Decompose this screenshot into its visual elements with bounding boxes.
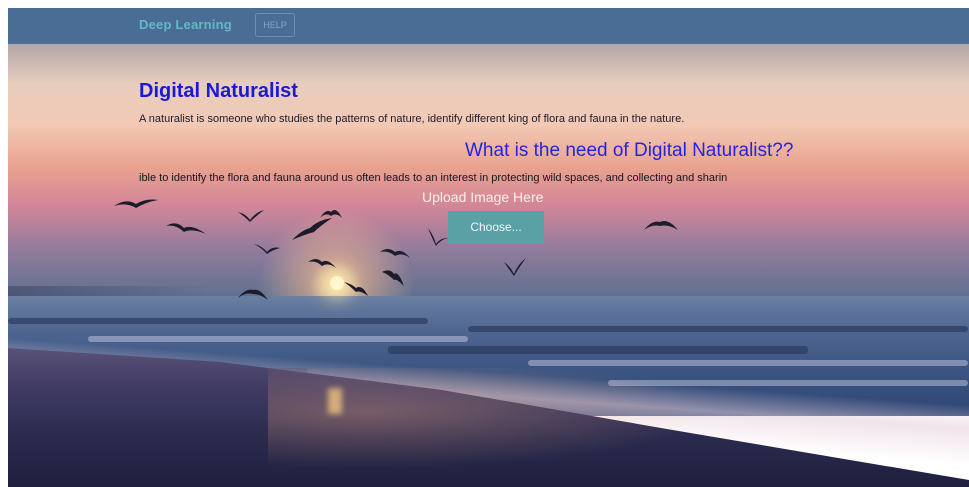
bird-icon (644, 221, 678, 230)
wave (88, 336, 468, 342)
bird-icon (382, 270, 404, 286)
bird-icon (166, 223, 206, 234)
sun (330, 276, 344, 290)
bird-icon (114, 199, 158, 208)
need-description: ible to identify the flora and fauna aro… (139, 172, 728, 184)
top-navbar: Deep Learning HELP (8, 8, 969, 44)
bird-icon (320, 210, 342, 218)
wave (468, 326, 968, 332)
bird-icon (504, 258, 526, 276)
sun-reflection (328, 388, 342, 414)
wave (8, 318, 428, 324)
brand-link[interactable]: Deep Learning (139, 17, 232, 32)
need-heading: What is the need of Digital Naturalist?? (465, 140, 794, 161)
upload-label: Upload Image Here (422, 189, 544, 205)
bird-icon (308, 259, 336, 268)
bird-icon (238, 210, 264, 222)
page-frame: Deep Learning HELP Digital Naturalist A … (8, 8, 969, 487)
wave (528, 360, 968, 366)
choose-file-button[interactable]: Choose... (448, 211, 544, 244)
bird-icon (380, 249, 410, 258)
page-title: Digital Naturalist (139, 80, 298, 102)
bird-icon (254, 244, 280, 254)
bird-icon (428, 228, 448, 246)
wave (388, 346, 808, 354)
beach-reflection (268, 368, 768, 478)
bird-icon (344, 282, 368, 296)
bird-icon (238, 289, 268, 300)
intro-text: A naturalist is someone who studies the … (139, 113, 685, 125)
help-button[interactable]: HELP (255, 13, 295, 37)
bird-icon (292, 218, 332, 240)
